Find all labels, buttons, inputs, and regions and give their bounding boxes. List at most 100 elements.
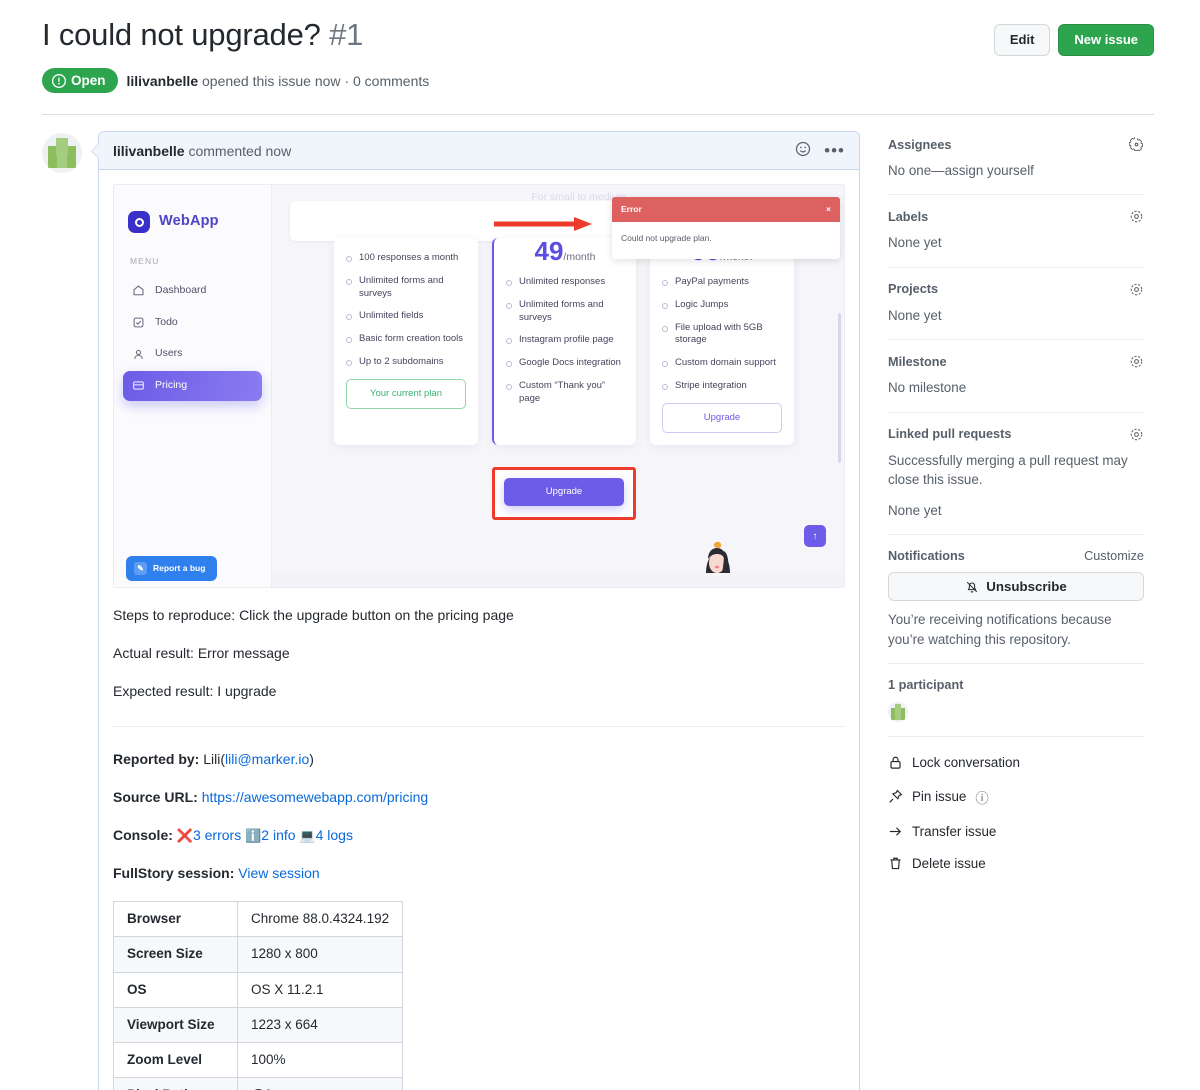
assignees-value[interactable]: No one—assign yourself [888,161,1144,180]
avatar[interactable] [888,702,908,722]
issue-author[interactable]: lilivanbelle [127,73,199,89]
gear-icon[interactable] [1129,282,1144,297]
comment-menu-icon[interactable]: ••• [824,146,845,156]
main-column: lilivanbelle commented now [42,131,860,1090]
info-icon[interactable]: ⓘ [975,787,988,807]
table-row: Zoom Level100% [114,1043,403,1078]
pricing-cards: 100 responses a month Unlimited forms an… [334,238,812,445]
bullet-icon [662,361,668,367]
sidebar-item-pricing[interactable]: Pricing [123,371,262,401]
pencil-icon: ✎ [134,562,147,575]
home-icon [132,284,145,297]
status-badge: Open [42,68,118,93]
bullet-icon [662,280,668,286]
table-row: Viewport Size1223 x 664 [114,1007,403,1042]
comment-author[interactable]: lilivanbelle [113,143,185,159]
comment-body: WebApp MENU Dashboard [99,170,859,1090]
expected-result: Expected result: I upgrade [113,681,845,702]
webapp-brand: WebApp [114,185,271,233]
environment-table: BrowserChrome 88.0.4324.192 Screen Size1… [113,901,403,1090]
webapp-logo-icon [128,211,150,233]
gear-icon[interactable] [1129,354,1144,369]
sidebar-item-label: Todo [155,315,178,331]
console-logs-link[interactable]: 4 logs [316,827,353,843]
sidebar-actions: Lock conversation Pin issue ⓘ Transfer i… [888,751,1144,871]
delete-issue-action[interactable]: Delete issue [888,856,1144,871]
table-cell-value: 100% [238,1043,403,1078]
report-a-bug-button[interactable]: ✎ Report a bug [126,556,217,581]
bullet-icon [506,280,512,286]
error-toast: Error × Could not upgrade plan. [612,197,840,259]
sidebar-section-linked-prs: Linked pull requests Successfully mergin… [888,427,1144,535]
pricing-amount: 49 [534,236,563,266]
person-illustration [690,533,744,573]
avatar[interactable] [42,133,82,173]
linked-prs-description: Successfully merging a pull request may … [888,451,1144,490]
source-url-link[interactable]: https://awesomewebapp.com/pricing [202,789,428,805]
annotation-arrow-icon [494,217,592,231]
upgrade-button[interactable]: Upgrade [662,403,782,433]
scrollbar[interactable] [838,313,841,463]
emoji-reaction-icon[interactable] [795,141,811,160]
participants-list [888,702,1144,722]
delete-issue-label: Delete issue [912,856,986,871]
report-a-bug-label: Report a bug [153,562,205,575]
gear-icon[interactable] [1129,137,1144,152]
pricing-price: 49/month [506,238,624,264]
bullet-icon [506,361,512,367]
paren-close: ) [309,751,314,767]
labels-value: None yet [888,233,1144,252]
table-cell-key: Viewport Size [114,1007,238,1042]
edit-button[interactable]: Edit [994,24,1051,56]
bullet-icon [346,337,352,343]
transfer-issue-label: Transfer issue [912,824,996,839]
pricing-feature: Unlimited fields [346,310,466,323]
fullstory-link[interactable]: View session [238,865,319,881]
bullet-icon [346,314,352,320]
console-errors-link[interactable]: 3 errors [193,827,241,843]
comment-card: lilivanbelle commented now [98,131,860,1090]
embedded-screenshot[interactable]: WebApp MENU Dashboard [113,184,845,588]
pricing-feature: 100 responses a month [346,252,466,265]
upgrade-button[interactable]: Upgrade [504,478,624,506]
source-url-row: Source URL: https://awesomewebapp.com/pr… [113,787,845,808]
scroll-to-top-button[interactable]: ↑ [804,525,826,547]
checklist-icon [132,316,145,329]
bullet-icon [506,384,512,390]
unsubscribe-button[interactable]: Unsubscribe [888,572,1144,601]
transfer-issue-action[interactable]: Transfer issue [888,824,1144,839]
current-plan-button[interactable]: Your current plan [346,379,466,409]
pin-issue-action[interactable]: Pin issue ⓘ [888,787,1144,807]
projects-title: Projects [888,282,938,296]
bullet-icon [662,303,668,309]
bullet-icon [506,338,512,344]
gear-icon[interactable] [1129,209,1144,224]
pricing-feature-label: PayPal payments [675,276,749,289]
lock-conversation-action[interactable]: Lock conversation [888,755,1144,770]
sidebar-section-assignees: Assignees No one—assign yourself [888,137,1144,195]
pricing-feature-label: Custom “Thank you” page [519,380,624,406]
sidebar-item-label: Pricing [155,378,187,394]
pricing-feature-label: Unlimited forms and surveys [359,275,466,301]
reported-by-row: Reported by: Lili(lili@marker.io) [113,749,845,770]
pricing-feature-label: File upload with 5GB storage [675,322,782,348]
reporter-email-link[interactable]: lili@marker.io [225,751,309,767]
fullstory-row: FullStory session: View session [113,863,845,884]
console-info-link[interactable]: 2 info [261,827,295,843]
pricing-feature-label: Google Docs integration [519,357,621,370]
sidebar-item-todo[interactable]: Todo [123,308,262,338]
body-divider [113,726,845,727]
customize-link[interactable]: Customize [1084,549,1144,563]
sidebar-item-users[interactable]: Users [123,339,262,369]
comments-count: 0 comments [353,73,429,89]
gear-icon[interactable] [1129,427,1144,442]
pin-icon [888,789,903,804]
issue-header: I could not upgrade? #1 Edit New issue O… [0,0,1200,93]
lock-icon [888,755,903,770]
notifications-note: You’re receiving notifications because y… [888,610,1144,649]
sidebar-item-dashboard[interactable]: Dashboard [123,276,262,306]
new-issue-button[interactable]: New issue [1058,24,1154,56]
pricing-feature-label: Basic form creation tools [359,333,463,346]
error-toast-header: Error × [612,197,840,222]
close-icon[interactable]: × [826,203,831,216]
